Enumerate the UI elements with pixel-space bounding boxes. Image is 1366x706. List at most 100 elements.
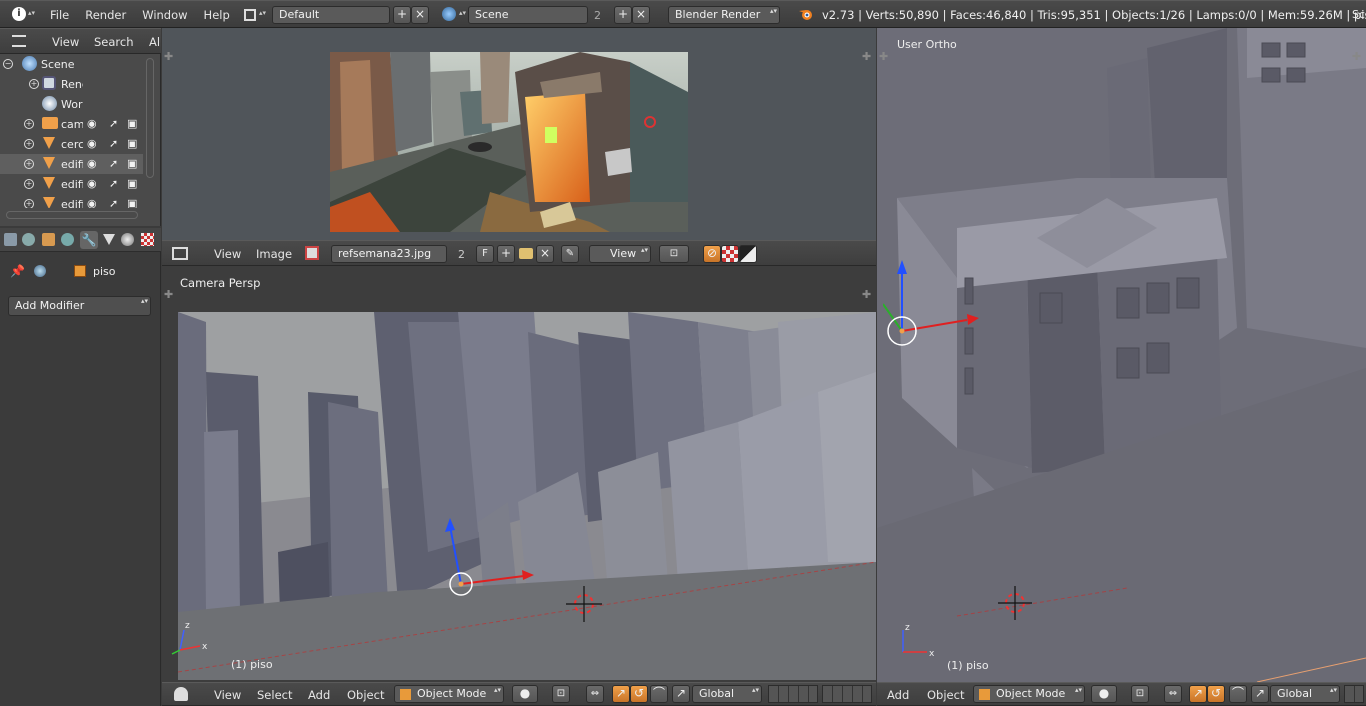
shading-mode-button[interactable]: ●: [1091, 685, 1117, 703]
rotate-manipulator-button[interactable]: ↺: [630, 685, 648, 703]
translate-manipulator-button[interactable]: ↗: [1189, 685, 1207, 703]
3d-cursor-icon[interactable]: [998, 586, 1032, 620]
image-browse-icon[interactable]: [305, 246, 319, 260]
translate-manipulator-button[interactable]: ↗: [612, 685, 630, 703]
visibility-eye-icon[interactable]: ◉: [87, 157, 97, 170]
layer-buttons-grid[interactable]: [1344, 685, 1364, 703]
fake-user-button[interactable]: F: [476, 245, 494, 263]
visibility-eye-icon[interactable]: ◉: [87, 177, 97, 190]
rotate-manipulator-button[interactable]: ↺: [1207, 685, 1225, 703]
image-view-mode-dropdown[interactable]: View: [589, 245, 651, 263]
viewport-menu-view[interactable]: View: [206, 688, 249, 702]
visibility-eye-icon[interactable]: ◉: [87, 137, 97, 150]
editor-type-dropdown-icon[interactable]: ▴▾: [28, 9, 35, 17]
scene-field[interactable]: Scene: [468, 6, 588, 24]
renderability-camera-icon[interactable]: ▣: [127, 197, 137, 208]
expand-toggle-icon[interactable]: +: [24, 119, 34, 129]
image-editor-type-icon[interactable]: [172, 247, 188, 260]
renderability-camera-icon[interactable]: ▣: [127, 137, 137, 150]
selectability-cursor-icon[interactable]: ➚: [109, 197, 118, 208]
viewport-menu-object[interactable]: Object: [919, 688, 972, 702]
data-tab-icon[interactable]: [103, 234, 115, 245]
remove-layout-button[interactable]: ×: [411, 6, 429, 24]
outliner-editor-icon[interactable]: [12, 35, 26, 47]
layer-buttons-grid-2[interactable]: [822, 685, 872, 703]
scene-icon[interactable]: [442, 7, 456, 21]
transform-orientation-icon-button[interactable]: ↗: [672, 685, 690, 703]
remove-scene-button[interactable]: ×: [632, 6, 650, 24]
expand-toggle-icon[interactable]: +: [29, 79, 39, 89]
info-editor-icon[interactable]: i: [12, 7, 26, 21]
render-engine-dropdown[interactable]: Blender Render: [668, 6, 780, 24]
outliner-row-mesh[interactable]: + edifi ◉ ➚ ▣: [0, 194, 143, 208]
pin-image-button[interactable]: ✎: [561, 245, 579, 263]
region-plus-icon[interactable]: ✚: [164, 288, 173, 301]
pin-icon[interactable]: 📌: [10, 264, 25, 278]
3d-cursor-icon[interactable]: [566, 586, 602, 622]
outliner-horizontal-scrollbar[interactable]: [6, 211, 138, 219]
texture-tab-icon[interactable]: [141, 233, 154, 246]
transform-manipulator[interactable]: [424, 506, 544, 596]
menu-window[interactable]: Window: [134, 8, 195, 22]
visibility-eye-icon[interactable]: ◉: [87, 197, 97, 208]
expand-toggle-icon[interactable]: +: [24, 199, 34, 208]
expand-toggle-icon[interactable]: +: [24, 139, 34, 149]
outliner-row-mesh[interactable]: + edifi ◉ ➚ ▣: [0, 174, 143, 194]
renderability-camera-icon[interactable]: ▣: [127, 157, 137, 170]
expand-toggle-icon[interactable]: +: [24, 179, 34, 189]
region-plus-icon[interactable]: ✚: [164, 50, 173, 63]
outliner-row-scene[interactable]: − Scene: [0, 54, 143, 74]
image-editor-canvas[interactable]: ✚ ✚: [162, 28, 876, 240]
add-layout-button[interactable]: +: [393, 6, 411, 24]
outliner-row-mesh[interactable]: + cerc ◉ ➚ ▣: [0, 134, 143, 154]
alpha-checker-button[interactable]: [721, 245, 739, 263]
draw-channels-button[interactable]: ⊘: [703, 245, 721, 263]
render-tab-icon[interactable]: [4, 233, 17, 246]
collapse-toggle-icon[interactable]: −: [3, 59, 13, 69]
z-buffer-button[interactable]: [739, 245, 757, 263]
layer-buttons-grid[interactable]: [768, 685, 818, 703]
viewport-menu-add[interactable]: Add: [300, 688, 338, 702]
outliner-menu-search[interactable]: Search: [86, 35, 142, 49]
region-plus-icon[interactable]: ✚: [879, 50, 888, 63]
modifier-tab-icon[interactable]: 🔧: [80, 231, 98, 249]
menu-render[interactable]: Render: [77, 8, 134, 22]
image-menu-view[interactable]: View: [206, 247, 249, 261]
outliner-menu-view[interactable]: View: [44, 35, 87, 49]
region-plus-icon[interactable]: ✚: [1352, 50, 1361, 63]
region-plus-icon[interactable]: ✚: [862, 288, 871, 301]
image-menu-image[interactable]: Image: [248, 247, 300, 261]
transform-manipulator[interactable]: [882, 254, 993, 354]
renderability-camera-icon[interactable]: ▣: [127, 177, 137, 190]
scene-tab-icon[interactable]: [42, 233, 55, 246]
transform-orientation-icon-button[interactable]: ↗: [1251, 685, 1269, 703]
world-tab-icon[interactable]: [61, 233, 74, 246]
viewport-menu-select[interactable]: Select: [249, 688, 300, 702]
pivot-point-button[interactable]: ⊡: [1131, 685, 1149, 703]
expand-toggle-icon[interactable]: +: [24, 159, 34, 169]
outliner-row-mesh-selected[interactable]: + edifi ◉ ➚ ▣: [0, 154, 143, 174]
visibility-eye-icon[interactable]: ◉: [87, 117, 97, 130]
scale-manipulator-button[interactable]: ⌒: [1229, 685, 1247, 703]
selectability-cursor-icon[interactable]: ➚: [109, 117, 118, 130]
3d-viewport-camera[interactable]: Camera Persp ✚ ✚ z x (1) piso: [162, 266, 877, 706]
outliner-vertical-scrollbar[interactable]: [146, 58, 154, 178]
transform-orientation-dropdown[interactable]: Global: [692, 685, 762, 703]
open-folder-icon[interactable]: [519, 248, 533, 259]
outliner-row-world[interactable]: Worl: [0, 94, 143, 114]
region-plus-icon[interactable]: ✚: [862, 50, 871, 63]
selectability-cursor-icon[interactable]: ➚: [109, 157, 118, 170]
menu-file[interactable]: File: [42, 8, 77, 22]
renderability-camera-icon[interactable]: ▣: [127, 117, 137, 130]
outliner-row-render-layers[interactable]: + Rend: [0, 74, 143, 94]
menu-help[interactable]: Help: [196, 8, 238, 22]
3d-viewport-user-ortho[interactable]: User Ortho ✚ ✚ zx (1) piso: [877, 28, 1366, 682]
transform-orientation-dropdown[interactable]: Global: [1270, 685, 1340, 703]
outliner-row-camera[interactable]: + cam ◉ ➚ ▣: [0, 114, 143, 134]
manipulator-toggle-button[interactable]: ⇔: [586, 685, 604, 703]
manipulator-toggle-button[interactable]: ⇔: [1164, 685, 1182, 703]
add-scene-button[interactable]: +: [614, 6, 632, 24]
unlink-image-button[interactable]: ×: [536, 245, 554, 263]
image-zoom-button[interactable]: ⊡: [659, 245, 689, 263]
image-name-field[interactable]: refsemana23.jpg: [331, 245, 447, 263]
